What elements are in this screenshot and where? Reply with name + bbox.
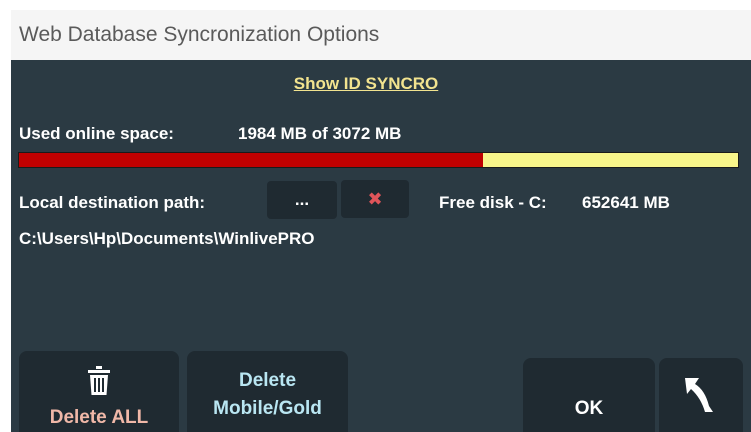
show-id-syncro-link[interactable]: Show ID SYNCRO <box>294 74 439 94</box>
delete-all-label: Delete ALL <box>49 407 149 428</box>
back-button[interactable] <box>659 358 743 432</box>
ok-button[interactable]: OK <box>523 358 655 432</box>
used-space-fill <box>19 153 484 167</box>
used-space-label: Used online space: <box>19 124 174 143</box>
online-space-progress-bar <box>18 152 739 168</box>
free-disk-label: Free disk - C: <box>439 193 547 212</box>
delete-mobile-label-line1: Delete <box>238 370 297 391</box>
local-path-value: C:\Users\Hp\Documents\WinlivePRO <box>19 229 315 248</box>
used-space-value: 1984 MB of 3072 MB <box>238 124 402 143</box>
close-icon: ✖ <box>367 188 383 209</box>
trash-icon <box>87 366 111 401</box>
title-bar: Web Database Syncronization Options <box>11 10 751 60</box>
window-title: Web Database Syncronization Options <box>19 23 380 46</box>
delete-all-button[interactable]: Delete ALL <box>19 351 179 432</box>
delete-mobile-gold-button[interactable]: Delete Mobile/Gold <box>187 351 348 432</box>
delete-mobile-label-line2: Mobile/Gold <box>213 398 322 419</box>
browse-path-button[interactable]: ... <box>267 181 337 219</box>
ok-label: OK <box>574 398 604 419</box>
sync-options-window: Web Database Syncronization Options Show… <box>11 10 751 432</box>
free-disk-value: 652641 MB <box>582 193 670 212</box>
show-id-row: Show ID SYNCRO <box>11 74 751 94</box>
browse-button-label: ... <box>294 190 310 209</box>
back-arrow-icon <box>683 376 717 421</box>
clear-path-button[interactable]: ✖ <box>341 180 409 218</box>
local-path-label: Local destination path: <box>19 193 206 212</box>
